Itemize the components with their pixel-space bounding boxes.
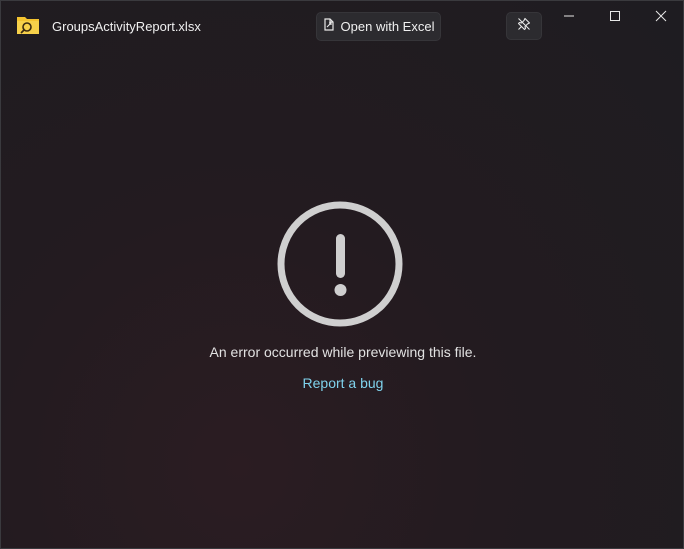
window-title: GroupsActivityReport.xlsx: [52, 19, 201, 34]
minimize-icon: [563, 9, 575, 27]
open-file-icon: [323, 17, 335, 36]
report-bug-link[interactable]: Report a bug: [303, 375, 384, 391]
maximize-icon: [609, 9, 621, 27]
exclamation-circle-icon: [276, 200, 404, 328]
error-message: An error occurred while previewing this …: [209, 344, 477, 360]
close-button[interactable]: [638, 1, 684, 35]
open-with-excel-label: Open with Excel: [340, 19, 435, 34]
maximize-button[interactable]: [592, 1, 638, 35]
close-icon: [655, 9, 667, 27]
folder-search-icon: [16, 14, 40, 36]
minimize-button[interactable]: [546, 1, 592, 35]
pin-button[interactable]: [506, 12, 542, 40]
title-bar: GroupsActivityReport.xlsx Open with Exce…: [1, 1, 683, 51]
pin-icon: [517, 17, 531, 36]
preview-window: GroupsActivityReport.xlsx Open with Exce…: [0, 0, 684, 549]
report-bug-link-row: Report a bug: [1, 375, 684, 391]
open-with-excel-button[interactable]: Open with Excel: [316, 12, 441, 41]
